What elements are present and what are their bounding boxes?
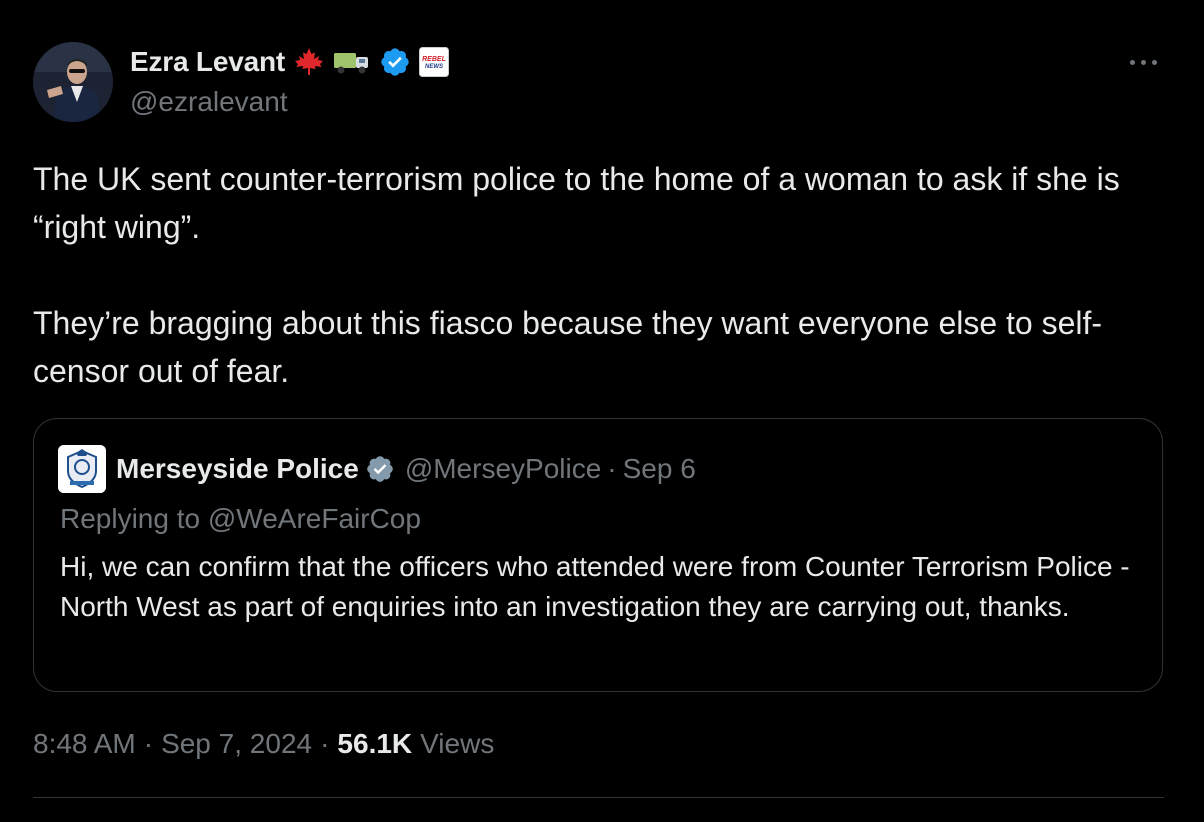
tweet-paragraph: The UK sent counter-terrorism police to …: [33, 161, 1120, 245]
tweet-date[interactable]: Sep 7, 2024: [161, 728, 312, 760]
author-display-name[interactable]: Ezra Levant: [130, 46, 285, 78]
replying-to: Replying to @WeAreFairCop: [60, 503, 421, 534]
quoted-tweet[interactable]: Merseyside Police @MerseyPolice · Sep 6 …: [33, 418, 1163, 692]
rebel-news-icon: REBEL NEWS: [418, 47, 449, 77]
author-avatar[interactable]: [33, 42, 113, 122]
quoted-display-name[interactable]: Merseyside Police: [116, 453, 359, 485]
verified-badge-icon: [379, 46, 411, 78]
tweet-paragraph: They’re bragging about this fiasco becau…: [33, 305, 1103, 389]
quoted-handle[interactable]: @MerseyPolice: [405, 453, 601, 485]
svg-text:NEWS: NEWS: [425, 64, 443, 70]
divider: [33, 797, 1164, 798]
tweet-time[interactable]: 8:48 AM: [33, 728, 136, 760]
quoted-tweet-header: Merseyside Police @MerseyPolice · Sep 6: [58, 445, 696, 493]
quoted-date[interactable]: Sep 6: [623, 453, 696, 485]
tweet-text: The UK sent counter-terrorism police to …: [33, 155, 1163, 395]
more-options-icon[interactable]: [1127, 50, 1161, 74]
views-label: Views: [420, 728, 495, 759]
quoted-tweet-text: Hi, we can confirm that the officers who…: [60, 551, 1130, 622]
tweet-meta: 8:48 AM · Sep 7, 2024 · 56.1K Views: [33, 728, 494, 760]
svg-text:REBEL: REBEL: [422, 56, 446, 63]
separator-dot: ·: [320, 728, 330, 759]
tweet: Ezra Levant REBEL NEWS @ezralevant The U…: [0, 0, 1204, 822]
truck-icon: [333, 47, 371, 77]
separator-dot: ·: [143, 728, 154, 759]
verified-badge-icon: [365, 454, 395, 484]
author-handle[interactable]: @ezralevant: [130, 86, 288, 118]
maple-leaf-icon: [293, 46, 325, 78]
author-name-row: Ezra Levant REBEL NEWS: [130, 44, 449, 80]
views-count[interactable]: 56.1K: [337, 728, 412, 760]
quoted-author-avatar[interactable]: [58, 445, 106, 493]
separator-dot: ·: [607, 453, 617, 484]
